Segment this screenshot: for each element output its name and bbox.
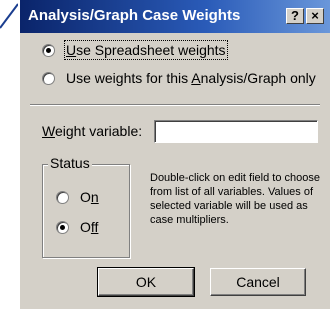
dialog-title: Analysis/Graph Case Weights — [28, 7, 241, 24]
status-group-title: Status — [48, 155, 92, 171]
use-spreadsheet-weights-label[interactable]: Use Spreadsheet weights — [64, 40, 228, 60]
help-button[interactable]: ? — [286, 8, 304, 24]
help-text: Double-click on edit field to choose fro… — [150, 172, 320, 226]
status-group — [42, 164, 130, 258]
cancel-button[interactable]: Cancel — [210, 268, 306, 296]
weight-variable-label: Weight variable: — [42, 123, 143, 139]
use-analysis-weights-label[interactable]: Use weights for this Analysis/Graph only — [66, 70, 316, 86]
separator — [30, 104, 320, 106]
ok-button[interactable]: OK — [97, 267, 195, 297]
status-on-radio[interactable] — [56, 191, 69, 204]
title-bar: Analysis/Graph Case Weights ? × — [20, 0, 330, 33]
use-analysis-weights-radio[interactable] — [42, 72, 55, 85]
case-weights-dialog: Analysis/Graph Case Weights ? × Use Spre… — [18, 0, 330, 309]
status-off-label[interactable]: Off — [80, 219, 98, 235]
weight-variable-input[interactable] — [154, 120, 318, 143]
close-button[interactable]: × — [306, 8, 324, 24]
status-off-radio[interactable] — [56, 221, 69, 234]
use-spreadsheet-weights-radio[interactable] — [42, 44, 55, 57]
status-on-label[interactable]: On — [80, 189, 99, 205]
